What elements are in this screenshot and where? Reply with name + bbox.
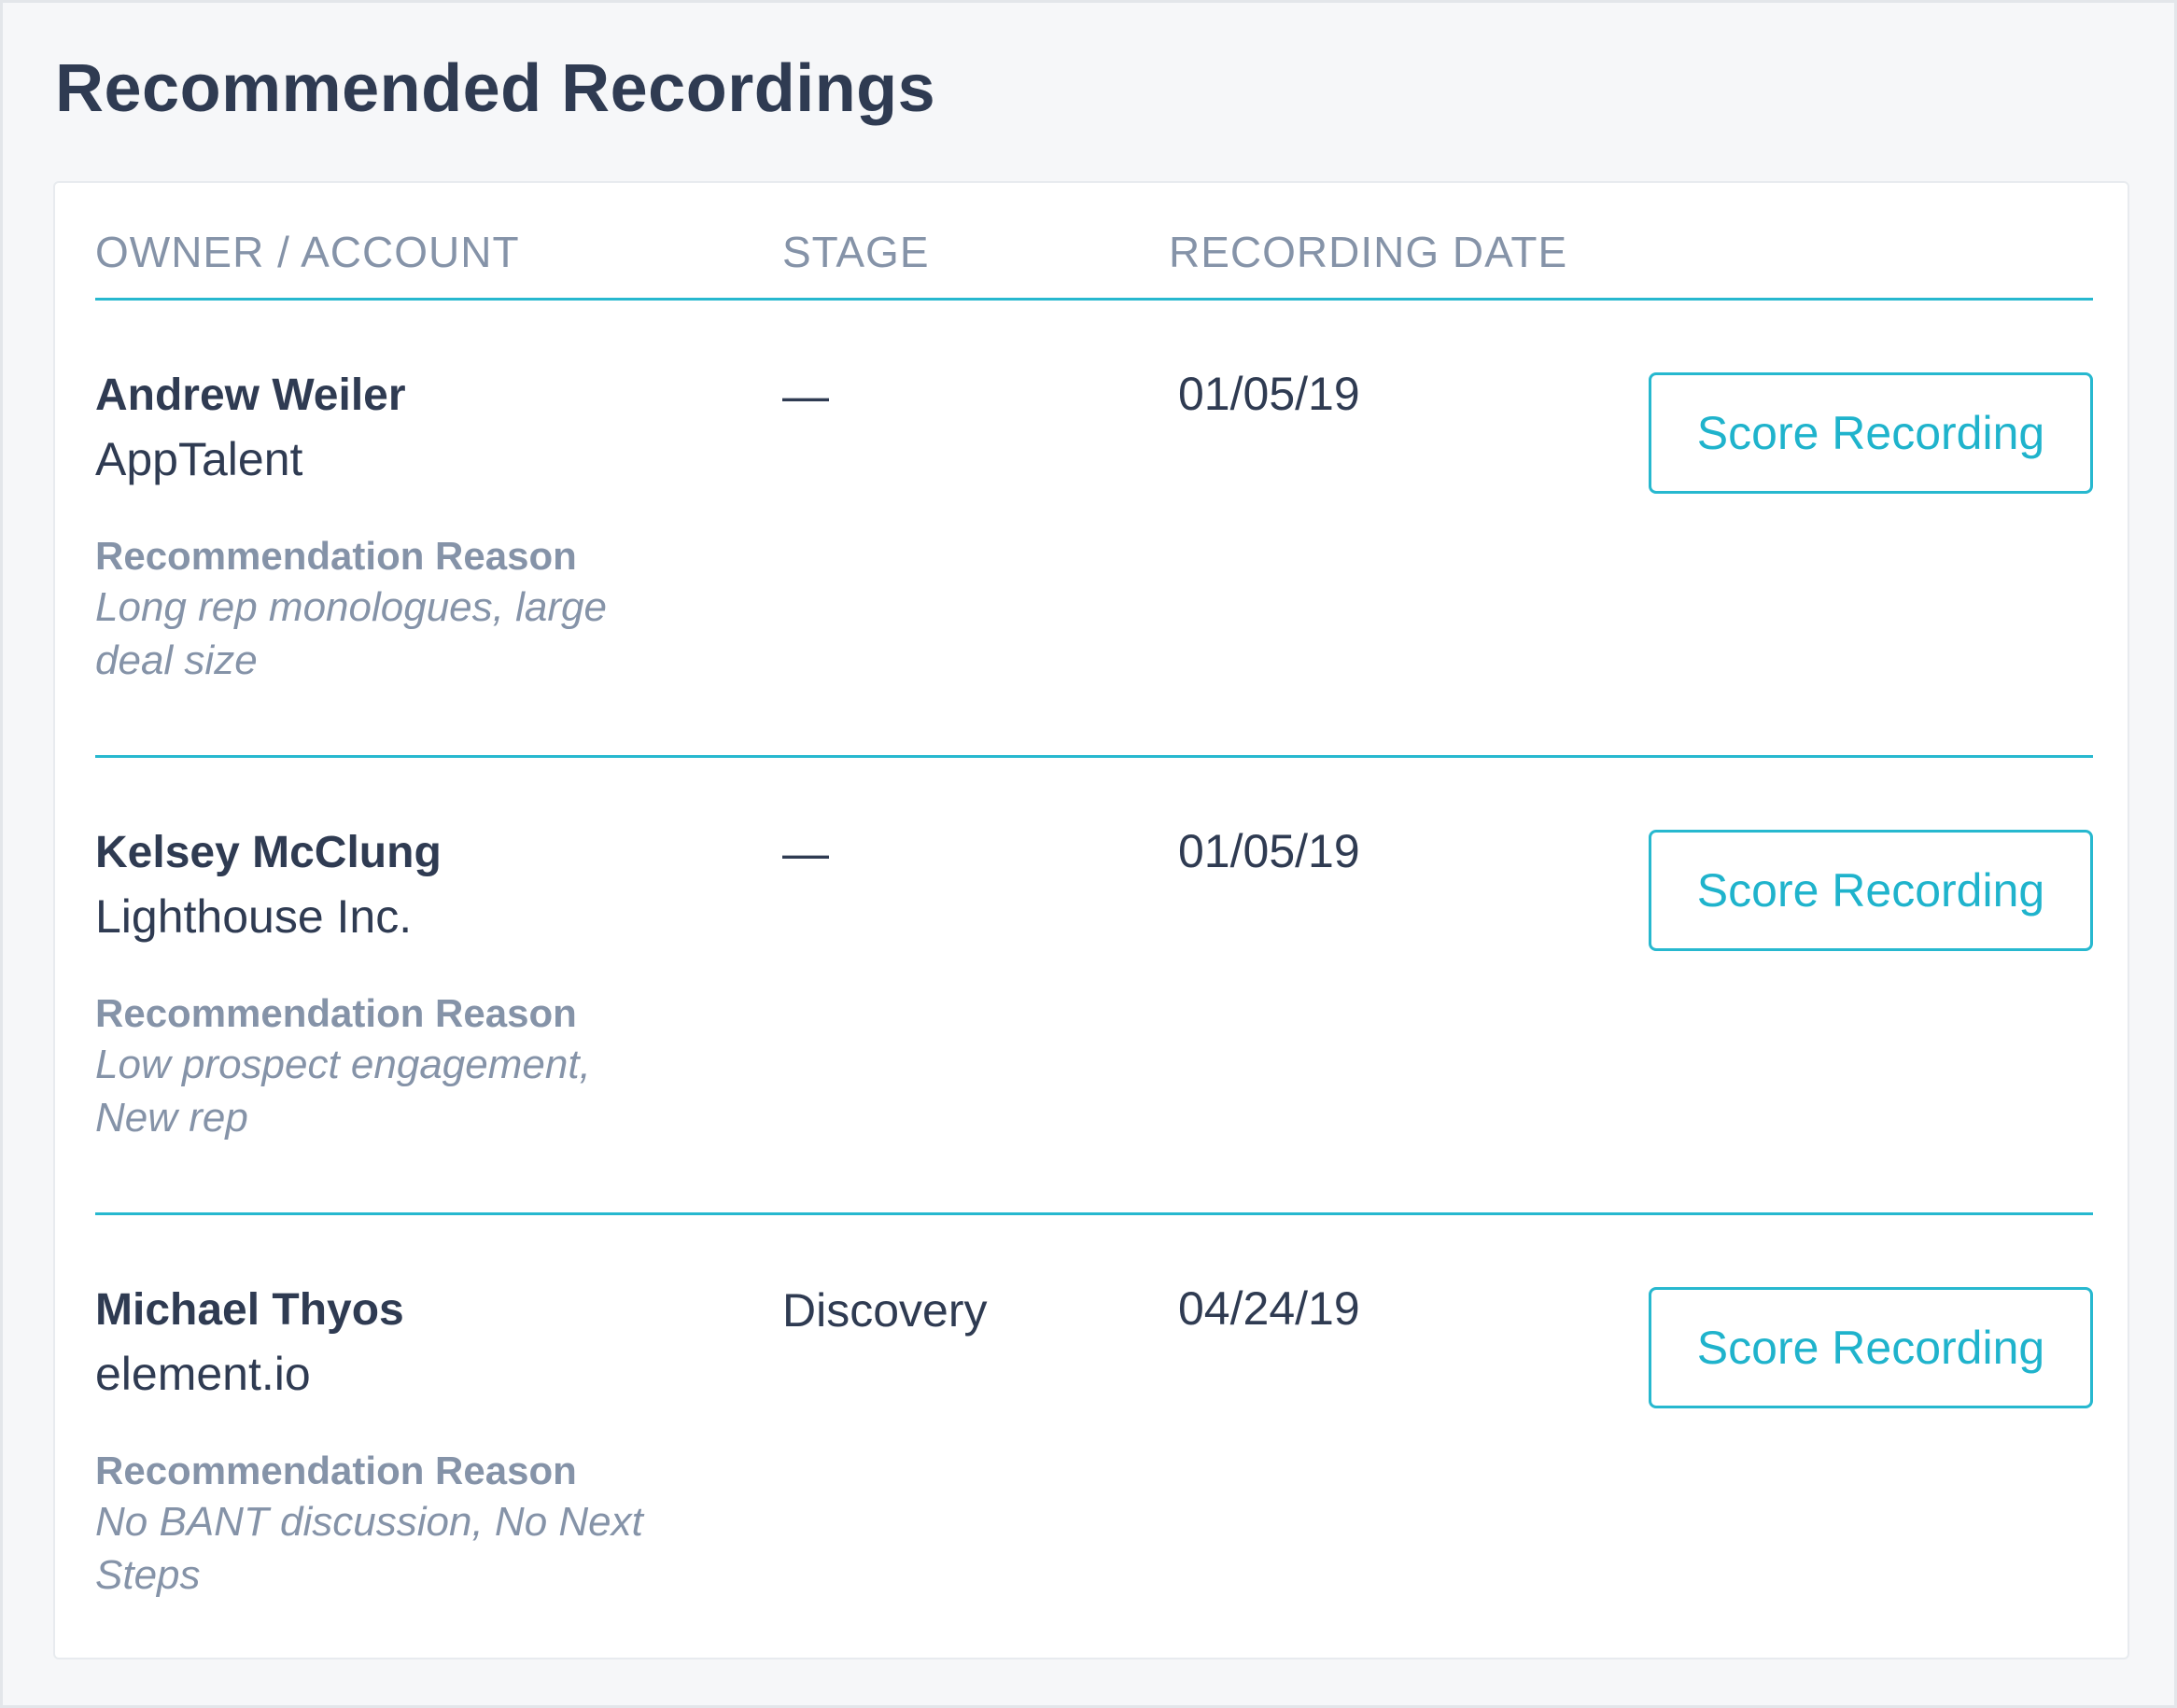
recommendation-reason-text: No BANT discussion, No Next Steps xyxy=(95,1499,643,1598)
column-header-owner-account: OWNER / ACCOUNT xyxy=(95,228,520,276)
table-header: OWNER / ACCOUNT STAGE RECORDING DATE xyxy=(95,183,2093,301)
owner-name: Andrew Weiler xyxy=(95,371,406,420)
recommendation-reason-label: Recommendation Reason xyxy=(95,534,577,578)
table-row: Michael Thyos element.io Recommendation … xyxy=(95,1215,2093,1673)
recording-date: 01/05/19 xyxy=(1178,368,1360,420)
table-row: Andrew Weiler AppTalent Recommendation R… xyxy=(95,301,2093,758)
owner-name: Kelsey McClung xyxy=(95,828,442,877)
score-recording-button[interactable]: Score Recording xyxy=(1649,372,2093,494)
stage-value: — xyxy=(782,827,829,879)
account-name: AppTalent xyxy=(95,433,303,485)
page-frame: Recommended Recordings OWNER / ACCOUNT S… xyxy=(0,0,2177,1708)
score-recording-button[interactable]: Score Recording xyxy=(1649,830,2093,951)
column-header-stage: STAGE xyxy=(782,228,930,276)
score-recording-button[interactable]: Score Recording xyxy=(1649,1287,2093,1408)
recommendation-reason-label: Recommendation Reason xyxy=(95,1449,577,1492)
recording-date: 04/24/19 xyxy=(1178,1282,1360,1335)
recordings-table: OWNER / ACCOUNT STAGE RECORDING DATE And… xyxy=(95,183,2093,1673)
account-name: element.io xyxy=(95,1348,311,1400)
recommendation-reason-text: Long rep monologues, large deal size xyxy=(95,584,607,683)
stage-value: Discovery xyxy=(782,1284,988,1337)
recording-date: 01/05/19 xyxy=(1178,825,1360,877)
table-row: Kelsey McClung Lighthouse Inc. Recommend… xyxy=(95,758,2093,1215)
stage-value: — xyxy=(782,370,829,422)
column-header-recording-date: RECORDING DATE xyxy=(1169,228,1568,276)
recommendation-reason-label: Recommendation Reason xyxy=(95,991,577,1035)
page-title: Recommended Recordings xyxy=(55,51,936,126)
owner-name: Michael Thyos xyxy=(95,1285,404,1335)
account-name: Lighthouse Inc. xyxy=(95,890,413,943)
recordings-card: OWNER / ACCOUNT STAGE RECORDING DATE And… xyxy=(53,181,2129,1659)
recommendation-reason-text: Low prospect engagement, New rep xyxy=(95,1042,591,1141)
